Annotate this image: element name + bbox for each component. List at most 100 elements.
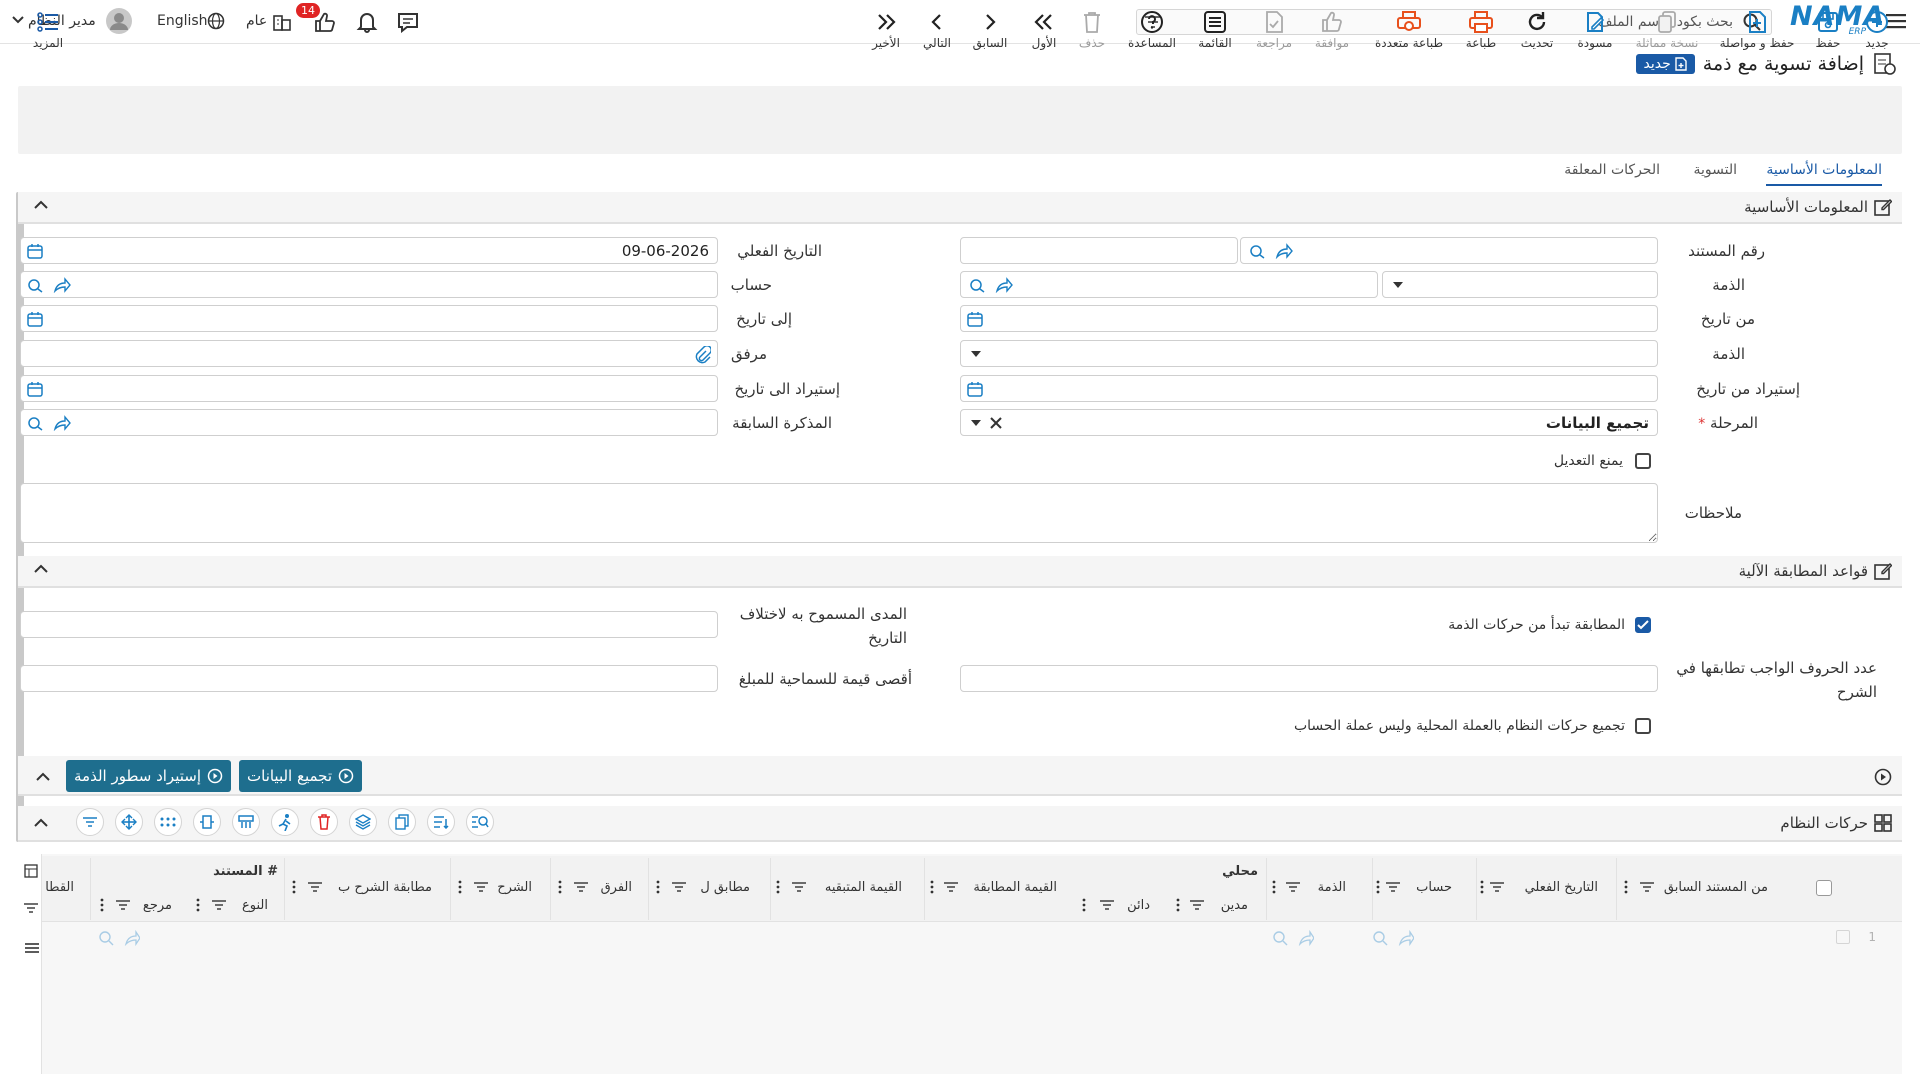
- date-tolerance-input[interactable]: [20, 611, 718, 638]
- column-menu-icon[interactable]: [1624, 880, 1628, 894]
- column-menu-icon[interactable]: [100, 898, 104, 912]
- column-menu-icon[interactable]: [1272, 880, 1276, 894]
- col-account[interactable]: حساب: [1416, 880, 1452, 895]
- dots-grid-icon[interactable]: [154, 808, 182, 836]
- col-difference[interactable]: الفرق: [601, 880, 632, 895]
- column-filter-icon[interactable]: [1100, 900, 1114, 910]
- list-button[interactable]: القائمة: [1196, 8, 1234, 50]
- column-filter-icon[interactable]: [1190, 900, 1204, 910]
- column-menu-icon[interactable]: [558, 880, 562, 894]
- party2-select[interactable]: [960, 340, 1658, 367]
- account-lookup-field[interactable]: [20, 271, 718, 298]
- doc-no-input[interactable]: [960, 237, 1238, 264]
- column-menu-icon[interactable]: [458, 880, 462, 894]
- new-button[interactable]: جديد: [1861, 8, 1893, 50]
- more-button[interactable]: المزيد: [30, 8, 66, 50]
- actual-date-field[interactable]: 09-06-2026: [20, 237, 718, 264]
- party-lookup-field[interactable]: [960, 271, 1378, 298]
- table-row[interactable]: 1: [42, 924, 1902, 952]
- multi-print-button[interactable]: طباعة متعددة: [1373, 8, 1445, 50]
- first-record-button[interactable]: الأول: [1030, 8, 1058, 50]
- from-date-field[interactable]: [960, 305, 1658, 332]
- move-arrows-icon[interactable]: [115, 808, 143, 836]
- doc-no-lookup-field[interactable]: [1240, 237, 1658, 264]
- column-menu-icon[interactable]: [656, 880, 660, 894]
- col-actual-date[interactable]: التاريخ الفعلي: [1525, 880, 1598, 895]
- review-button[interactable]: مراجعة: [1254, 8, 1294, 50]
- select-all-checkbox[interactable]: [1816, 880, 1832, 896]
- stage-select[interactable]: تجميع البيانات: [960, 409, 1658, 436]
- filter-rows-icon[interactable]: [76, 808, 104, 836]
- column-menu-icon[interactable]: [196, 898, 200, 912]
- fit-columns-icon[interactable]: [193, 808, 221, 836]
- import-party-lines-button[interactable]: إستيراد سطور الذمة: [66, 760, 232, 792]
- clear-x-icon[interactable]: [989, 416, 1003, 430]
- bell-icon[interactable]: [356, 11, 378, 33]
- language-switch[interactable]: English: [157, 13, 208, 29]
- help-button[interactable]: المساعدة: [1126, 8, 1178, 50]
- copy-rows-icon[interactable]: [388, 808, 416, 836]
- col-sector[interactable]: القطا: [45, 880, 74, 895]
- previous-record-button[interactable]: السابق: [972, 8, 1008, 50]
- column-menu-icon[interactable]: [1480, 880, 1484, 894]
- section-auto-match-header[interactable]: قواعد المطابقة الآلية: [18, 556, 1902, 588]
- col-matched-to[interactable]: مطابق ل: [700, 880, 750, 895]
- prev-note-lookup-field[interactable]: [20, 409, 718, 436]
- branch-label[interactable]: عام: [246, 13, 267, 29]
- collapse-chevron-up-icon[interactable]: [34, 200, 48, 210]
- collect-data-button[interactable]: تجميع البيانات: [239, 760, 363, 792]
- party-type-select[interactable]: [1382, 271, 1658, 298]
- column-filter-icon[interactable]: [1286, 882, 1300, 892]
- column-chooser-icon[interactable]: [24, 864, 38, 878]
- delete-button[interactable]: حذف: [1078, 8, 1106, 50]
- chevron-down-icon[interactable]: [12, 16, 24, 24]
- notes-textarea[interactable]: [20, 483, 1658, 543]
- prevent-edit-checkbox[interactable]: [1635, 453, 1651, 469]
- play-circle-icon[interactable]: [1874, 768, 1892, 786]
- column-filter-icon[interactable]: [1640, 882, 1654, 892]
- col-description[interactable]: الشرح: [497, 880, 532, 895]
- branch-icon[interactable]: [272, 12, 292, 32]
- section-basic-info-header[interactable]: المعلومات الأساسية: [18, 192, 1902, 224]
- last-record-button[interactable]: الأخير: [870, 8, 902, 50]
- column-menu-icon[interactable]: [1376, 880, 1380, 894]
- column-menu-icon[interactable]: [930, 880, 934, 894]
- attachment-field[interactable]: [20, 340, 718, 367]
- save-continue-button[interactable]: حفظ و مواصلة: [1719, 8, 1795, 50]
- column-menu-icon[interactable]: [776, 880, 780, 894]
- max-amount-input[interactable]: [20, 665, 718, 692]
- chat-icon[interactable]: [396, 11, 420, 33]
- col-debit[interactable]: مدين: [1221, 898, 1248, 913]
- to-date-field[interactable]: [20, 305, 718, 332]
- tab-pending-moves[interactable]: الحركات المعلقة: [1564, 162, 1660, 178]
- column-filter-icon[interactable]: [1386, 882, 1400, 892]
- draft-button[interactable]: مسودة: [1575, 8, 1615, 50]
- col-from-prev-doc[interactable]: من المستند السابق: [1664, 880, 1768, 895]
- running-person-icon[interactable]: [271, 808, 299, 836]
- col-party[interactable]: الذمة: [1318, 880, 1346, 895]
- collapse-chevron-up-icon[interactable]: [36, 772, 50, 782]
- import-from-date-field[interactable]: [960, 375, 1658, 402]
- grid-filter-icon[interactable]: [24, 902, 38, 914]
- group-local-currency-checkbox[interactable]: [1635, 718, 1651, 734]
- delete-row-trash-icon[interactable]: [310, 808, 338, 836]
- print-button[interactable]: طباعة: [1465, 8, 1497, 50]
- col-reference[interactable]: مرجع: [143, 898, 172, 913]
- column-menu-icon[interactable]: [1082, 898, 1086, 912]
- duplicate-button[interactable]: نسخة مماثلة: [1634, 8, 1700, 50]
- column-filter-icon[interactable]: [212, 900, 226, 910]
- collapse-chevron-up-icon[interactable]: [34, 818, 48, 828]
- search-rows-icon[interactable]: [466, 808, 494, 836]
- save-button[interactable]: حفظ: [1813, 8, 1843, 50]
- col-type[interactable]: النوع: [242, 898, 268, 913]
- collapse-chevron-up-icon[interactable]: [34, 564, 48, 574]
- sort-list-icon[interactable]: [427, 808, 455, 836]
- column-filter-icon[interactable]: [1490, 882, 1504, 892]
- column-filter-icon[interactable]: [944, 882, 958, 892]
- next-record-button[interactable]: التالي: [920, 8, 954, 50]
- tab-basic-info[interactable]: المعلومات الأساسية: [1766, 162, 1882, 186]
- column-menu-icon[interactable]: [1176, 898, 1180, 912]
- refresh-button[interactable]: تحديث: [1519, 8, 1555, 50]
- grid-menu-icon[interactable]: [25, 942, 39, 954]
- import-to-date-field[interactable]: [20, 375, 718, 402]
